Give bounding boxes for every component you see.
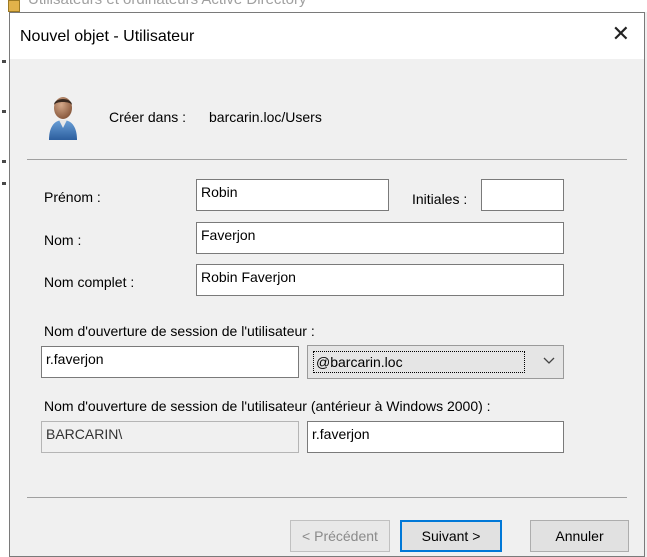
tree-marker [2,60,6,63]
logon-name-input[interactable]: r.faverjon [41,346,299,378]
background-app-title: Utilisateurs et ordinateurs Active Direc… [28,0,306,8]
user-icon [49,97,77,140]
separator [27,497,627,498]
close-button[interactable]: ✕ [612,23,630,45]
chevron-down-icon [543,357,555,364]
first-name-label: Prénom : [44,189,101,205]
dialog-titlebar: Nouvel objet - Utilisateur ✕ [10,13,644,59]
legacy-domain-prefix: BARCARIN\ [41,421,299,453]
legacy-logon-label: Nom d'ouverture de session de l'utilisat… [44,398,491,414]
previous-button[interactable]: < Précédent [290,520,390,552]
full-name-input[interactable]: Robin Faverjon [196,264,564,296]
background-app-titlebar: Utilisateurs et ordinateurs Active Direc… [0,0,647,12]
tree-marker [2,160,6,163]
last-name-input[interactable]: Faverjon [196,222,564,254]
close-icon: ✕ [611,21,630,46]
tree-marker [2,182,6,185]
cancel-button[interactable]: Annuler [530,520,629,552]
initials-label: Initiales : [412,191,468,207]
separator [27,159,627,160]
create-in-label: Créer dans : [109,109,187,125]
new-user-dialog: Nouvel objet - Utilisateur ✕ Créer dans … [9,12,645,557]
folder-icon [8,0,20,12]
first-name-input[interactable]: Robin [196,179,389,211]
dialog-title: Nouvel objet - Utilisateur [20,28,195,45]
initials-input[interactable] [481,179,564,211]
full-name-label: Nom complet : [44,274,135,290]
create-in-path: barcarin.loc/Users [209,109,322,125]
background-app-edge [0,12,9,557]
legacy-logon-input[interactable]: r.faverjon [307,421,564,453]
tree-marker [2,110,6,113]
logon-name-label: Nom d'ouverture de session de l'utilisat… [44,323,315,339]
last-name-label: Nom : [44,232,82,248]
next-button[interactable]: Suivant > [400,520,502,552]
domain-suffix-value: @barcarin.loc [313,351,525,373]
domain-suffix-select[interactable]: @barcarin.loc [307,345,564,379]
